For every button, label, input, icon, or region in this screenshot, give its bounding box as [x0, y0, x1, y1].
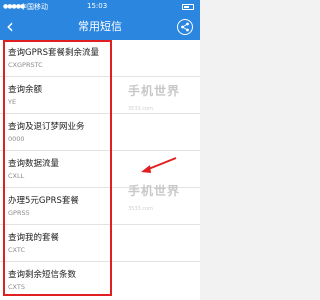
arrow-icon	[141, 157, 177, 173]
highlight-box	[3, 40, 112, 296]
status-bar: ●●●●● 中国移动 15:03	[0, 0, 200, 14]
watermark-brand: 手机世界	[128, 184, 181, 198]
watermark-site: 3533.com	[128, 106, 153, 112]
battery-icon	[182, 4, 194, 10]
watermark: 手机世界 3533.com	[128, 82, 180, 113]
watermark: 手机世界 3533.com	[128, 182, 180, 213]
share-icon[interactable]	[177, 19, 193, 35]
clock: 15:03	[87, 2, 108, 10]
watermark-site: 3533.com	[128, 206, 153, 212]
watermark-brand: 手机世界	[128, 84, 181, 98]
nav-bar: ‹ 常用短信	[0, 14, 200, 40]
page-title: 常用短信	[78, 20, 122, 33]
carrier-label: 中国移动	[20, 3, 48, 11]
